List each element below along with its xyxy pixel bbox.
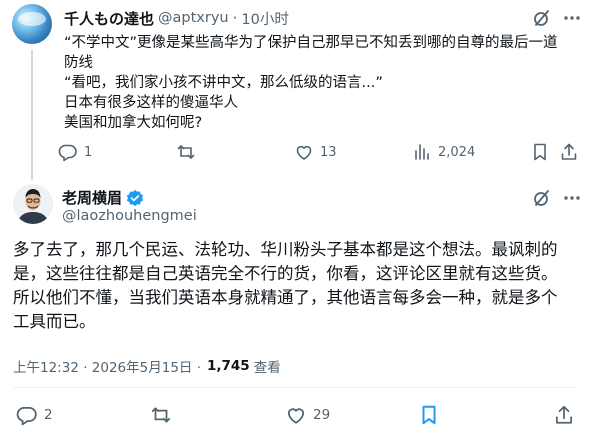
repost-icon <box>176 142 196 162</box>
tweet-metadata: 上午12:32 · 2026年5月15日 · 1,745 查看 <box>13 356 281 376</box>
display-name[interactable]: 老周横眉 <box>62 187 122 208</box>
more-options-icon[interactable] <box>562 188 582 208</box>
tweet-text-line: 日本有很多这样的傻逼华人 <box>64 95 238 111</box>
separator-dot: · <box>232 9 238 27</box>
tweet-text: 多了去了，那几个民运、法轮功、华川粉头子基本都是这个想法。最讽刺的 是，这些往往… <box>13 238 583 334</box>
bookmark-button[interactable] <box>530 142 550 162</box>
tweet-text-line: 所以他们不懂，当我们英语本身就精通了，其他语言每多会一种，就是多个 <box>13 288 558 307</box>
user-handle[interactable]: @aptxryu <box>158 10 229 26</box>
tweet-text-line: 美国和加拿大如何呢? <box>64 115 203 131</box>
author-name-row: 老周横眉 <box>62 187 144 208</box>
share-icon <box>559 142 579 162</box>
like-count: 13 <box>320 144 337 160</box>
more-options-icon[interactable] <box>562 8 582 28</box>
like-button[interactable]: 13 <box>294 142 337 162</box>
tweet-text: “不学中文”更像是某些高华为了保护自己那早已不知丢到哪的自尊的最后一道 防线 “… <box>64 33 579 133</box>
tweet-text-line: 是，这些往往都是自己英语完全不行的货，你看，这评论区里就有这些货。 <box>13 264 558 283</box>
avatar[interactable] <box>13 184 53 224</box>
views-label: 查看 <box>253 360 281 376</box>
user-handle[interactable]: @laozhouhengmei <box>62 208 197 224</box>
share-button[interactable] <box>553 404 575 426</box>
tweet-timestamp[interactable]: 上午12:32 · 2026年5月15日 · <box>13 356 201 376</box>
reply-icon <box>58 142 78 162</box>
bookmark-icon <box>530 142 550 162</box>
thread-connector-line <box>31 50 33 180</box>
heart-icon <box>285 404 307 426</box>
verified-badge-icon[interactable] <box>126 189 144 207</box>
bookmark-button[interactable] <box>418 404 440 426</box>
repost-button[interactable] <box>150 404 178 426</box>
share-button[interactable] <box>559 142 579 162</box>
tweet-text-line: 工具而已。 <box>13 312 96 331</box>
reply-count: 2 <box>44 407 53 423</box>
tweet-text-line: “看吧，我们家小孩不讲中文，那么低级的语言...” <box>64 75 383 91</box>
divider <box>13 387 578 388</box>
tweet-text-line: 多了去了，那几个民运、法轮功、华川粉头子基本都是这个想法。最讽刺的 <box>13 240 558 259</box>
views-button[interactable]: 2,024 <box>412 142 475 162</box>
focused-tweet: 老周横眉 @laozhouhengmei 多了去了，那几个民运、法轮功、华川粉头… <box>0 176 591 432</box>
like-button[interactable]: 29 <box>285 404 330 426</box>
heart-icon <box>294 142 314 162</box>
views-count: 1,745 <box>207 358 250 374</box>
like-count: 29 <box>313 407 331 423</box>
tweet-text-line: 防线 <box>64 55 93 71</box>
display-name[interactable]: 千人もの達也 <box>64 8 154 29</box>
views-count: 2,024 <box>438 144 476 160</box>
grok-icon[interactable] <box>532 8 552 28</box>
repost-button[interactable] <box>176 142 202 162</box>
tweet-actions: 1 13 2,024 <box>58 142 588 164</box>
reply-count: 1 <box>84 144 93 160</box>
tweet-time[interactable]: 10小时 <box>241 8 288 29</box>
bar-chart-icon <box>412 142 432 162</box>
bookmark-icon <box>418 404 440 426</box>
share-icon <box>553 404 575 426</box>
parent-tweet[interactable]: 千人もの達也 @aptxryu · 10小时 “不学中文”更像是某些高华为了保护… <box>0 0 591 180</box>
tweet-text-line: “不学中文”更像是某些高华为了保护自己那早已不知丢到哪的自尊的最后一道 <box>64 35 558 51</box>
tweet-actions: 2 29 <box>0 404 591 428</box>
repost-icon <box>150 404 172 426</box>
reply-icon <box>16 404 38 426</box>
grok-icon[interactable] <box>532 188 552 208</box>
avatar[interactable] <box>12 4 52 44</box>
reply-button[interactable]: 2 <box>16 404 53 426</box>
tweet-header: 千人もの達也 @aptxryu · 10小时 <box>64 8 289 28</box>
reply-button[interactable]: 1 <box>58 142 92 162</box>
